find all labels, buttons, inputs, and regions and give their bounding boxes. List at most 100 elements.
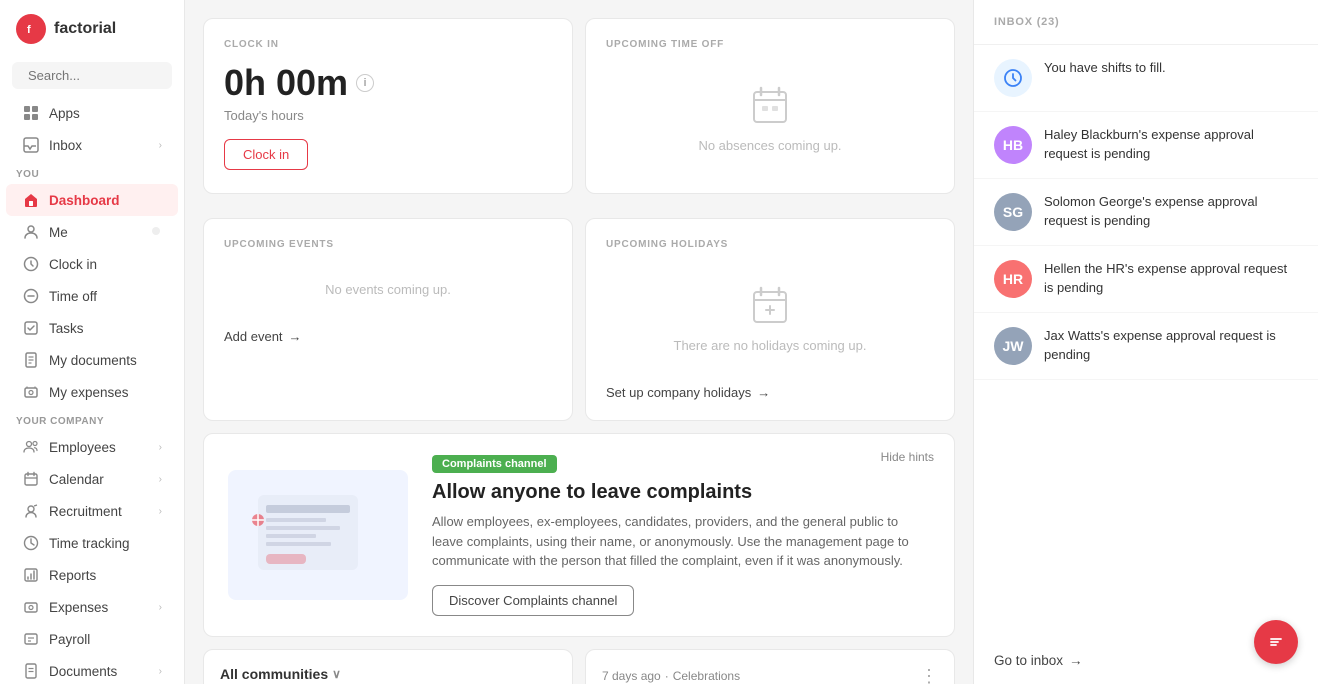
expenses-icon	[22, 383, 40, 401]
events-card: UPCOMING EVENTS No events coming up. Add…	[203, 218, 573, 421]
recruitment-icon	[22, 502, 40, 520]
post-time: 7 days ago	[602, 669, 661, 683]
inbox-item-haley[interactable]: HB Haley Blackburn's expense approval re…	[974, 112, 1318, 179]
sidebar-item-recruitment[interactable]: Recruitment ›	[6, 495, 178, 527]
sidebar-item-my-documents[interactable]: My documents	[6, 344, 178, 376]
clock-in-button[interactable]: Clock in	[224, 139, 308, 170]
add-event-label: Add event	[224, 329, 283, 344]
time-off-icon	[22, 287, 40, 305]
discover-complaints-button[interactable]: Discover Complaints channel	[432, 585, 634, 616]
shifts-text: You have shifts to fill.	[1044, 59, 1166, 78]
sidebar-item-inbox[interactable]: Inbox ›	[6, 129, 178, 161]
sidebar-item-reports[interactable]: Reports	[6, 559, 178, 591]
set-up-arrow: →	[757, 385, 770, 400]
time-off-card-label: UPCOMING TIME OFF	[606, 39, 934, 50]
employees-label: Employees	[49, 440, 116, 455]
clock-in-sidebar-label: Clock in	[49, 257, 97, 272]
sidebar-item-employees[interactable]: Employees ›	[6, 431, 178, 463]
docs-icon	[22, 351, 40, 369]
sidebar-item-time-off[interactable]: Time off	[6, 280, 178, 312]
complaints-tag: Complaints channel	[432, 455, 557, 473]
banner-content: Complaints channel Allow anyone to leave…	[432, 454, 930, 616]
sidebar-item-calendar[interactable]: Calendar ›	[6, 463, 178, 495]
documents-chevron: ›	[159, 666, 162, 677]
tasks-label: Tasks	[49, 321, 84, 336]
me-label: Me	[49, 225, 68, 240]
inbox-header: INBOX (23)	[974, 0, 1318, 45]
complaints-title: Allow anyone to leave complaints	[432, 481, 930, 504]
payroll-label: Payroll	[49, 632, 90, 647]
time-off-empty-message: No absences coming up.	[698, 138, 841, 153]
complaints-banner: Complaints channel Allow anyone to leave…	[203, 433, 955, 637]
holidays-card: UPCOMING HOLIDAYS There are no holidays …	[585, 218, 955, 421]
events-empty-message: No events coming up.	[325, 282, 451, 297]
logo-text: factorial	[54, 20, 116, 38]
inbox-item-solomon[interactable]: SG Solomon George's expense approval req…	[974, 179, 1318, 246]
sidebar-item-my-expenses[interactable]: My expenses	[6, 376, 178, 408]
jax-initials: JW	[1003, 338, 1024, 354]
inbox-item-jax[interactable]: JW Jax Watts's expense approval request …	[974, 313, 1318, 380]
expenses2-icon	[22, 598, 40, 616]
sidebar: f factorial ⌘K Apps	[0, 0, 185, 684]
sidebar-item-payroll[interactable]: Payroll	[6, 623, 178, 655]
go-to-inbox-arrow: →	[1069, 653, 1083, 668]
search-bar[interactable]: ⌘K	[12, 62, 172, 89]
post-header: 7 days ago · Celebrations ⋮	[602, 666, 938, 684]
holidays-empty-state: There are no holidays coming up.	[606, 262, 934, 373]
holidays-card-label: UPCOMING HOLIDAYS	[606, 239, 934, 250]
sidebar-item-clock-in[interactable]: Clock in	[6, 248, 178, 280]
post-category: Celebrations	[673, 669, 740, 683]
clock-in-card: CLOCK IN 0h 00m i Today's hours Clock in	[203, 18, 573, 194]
grid-icon	[22, 104, 40, 122]
calendar-label: Calendar	[49, 472, 104, 487]
search-input[interactable]	[28, 68, 185, 83]
inbox-label: Inbox	[49, 138, 82, 153]
my-expenses-label: My expenses	[49, 385, 129, 400]
hellen-text: Hellen the HR's expense approval request…	[1044, 260, 1298, 298]
sidebar-item-documents[interactable]: Documents ›	[6, 655, 178, 684]
sidebar-logo: f factorial	[0, 0, 184, 58]
reports-icon	[22, 566, 40, 584]
info-icon[interactable]: i	[356, 74, 374, 92]
reports-label: Reports	[49, 568, 96, 583]
jax-text: Jax Watts's expense approval request is …	[1044, 327, 1298, 365]
documents-label: Documents	[49, 664, 117, 679]
sidebar-item-apps[interactable]: Apps	[6, 97, 178, 129]
my-documents-label: My documents	[49, 353, 137, 368]
sidebar-item-tasks[interactable]: Tasks	[6, 312, 178, 344]
sidebar-item-me[interactable]: Me	[6, 216, 178, 248]
communities-card: All communities ∨	[203, 649, 573, 684]
post-menu-button[interactable]: ⋮	[920, 666, 938, 684]
expenses-label: Expenses	[49, 600, 108, 615]
clock-in-card-label: CLOCK IN	[224, 39, 552, 50]
you-section-label: You	[0, 161, 184, 184]
calendar-icon	[22, 470, 40, 488]
haley-initials: HB	[1003, 137, 1023, 153]
holidays-empty-message: There are no holidays coming up.	[674, 338, 867, 353]
haley-text: Haley Blackburn's expense approval reque…	[1044, 126, 1298, 164]
hellen-avatar: HR	[994, 260, 1032, 298]
person-icon	[22, 223, 40, 241]
set-up-holidays-link[interactable]: Set up company holidays →	[606, 385, 934, 400]
banner-image	[228, 470, 408, 600]
time-tracking-label: Time tracking	[49, 536, 130, 551]
clock-time-value: 0h 00m	[224, 62, 348, 104]
inbox-item-shifts[interactable]: You have shifts to fill.	[974, 45, 1318, 112]
hide-hints-link[interactable]: Hide hints	[881, 450, 934, 464]
me-chevron	[150, 225, 162, 240]
sidebar-item-dashboard[interactable]: Dashboard	[6, 184, 178, 216]
add-event-link[interactable]: Add event →	[224, 329, 552, 344]
chat-bubble-button[interactable]	[1254, 620, 1298, 664]
inbox-item-hellen[interactable]: HR Hellen the HR's expense approval requ…	[974, 246, 1318, 313]
people-icon	[22, 438, 40, 456]
payroll-icon	[22, 630, 40, 648]
sidebar-item-expenses[interactable]: Expenses ›	[6, 591, 178, 623]
solomon-avatar: SG	[994, 193, 1032, 231]
communities-header: All communities ∨	[220, 666, 556, 682]
all-communities-link[interactable]: All communities ∨	[220, 666, 341, 682]
time-off-label: Time off	[49, 289, 97, 304]
sidebar-item-time-tracking[interactable]: Time tracking	[6, 527, 178, 559]
post-meta: 7 days ago · Celebrations	[602, 669, 740, 683]
communities-grid: All communities ∨ 7 days ago · Celebrati…	[185, 643, 973, 684]
calendar-chevron: ›	[159, 474, 162, 485]
